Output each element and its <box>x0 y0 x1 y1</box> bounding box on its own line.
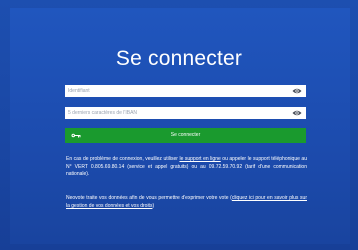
iban-input[interactable] <box>65 107 287 119</box>
support-link[interactable]: le support en ligne <box>179 156 220 162</box>
page-title: Se connecter <box>115 47 243 70</box>
privacy-text: Neovote traite vos données afin de vous … <box>66 195 307 210</box>
login-button[interactable]: Se connecter <box>65 128 306 143</box>
help-text: En cas de problème de connexion, veuille… <box>66 156 307 179</box>
iban-field <box>65 107 306 119</box>
login-button-label: Se connecter <box>170 132 201 138</box>
privacy-text-end: ) <box>152 202 155 209</box>
eye-icon[interactable] <box>292 87 302 95</box>
identifier-input[interactable] <box>65 85 287 97</box>
help-text-start: En cas de problème de connexion, veuille… <box>66 156 180 162</box>
login-screen: Se connecter Se connecter En cas de prob… <box>0 0 358 250</box>
identifier-field <box>65 85 306 97</box>
eye-icon[interactable] <box>292 109 302 117</box>
privacy-text-start: Neovote traite vos données afin de vous … <box>66 195 232 201</box>
